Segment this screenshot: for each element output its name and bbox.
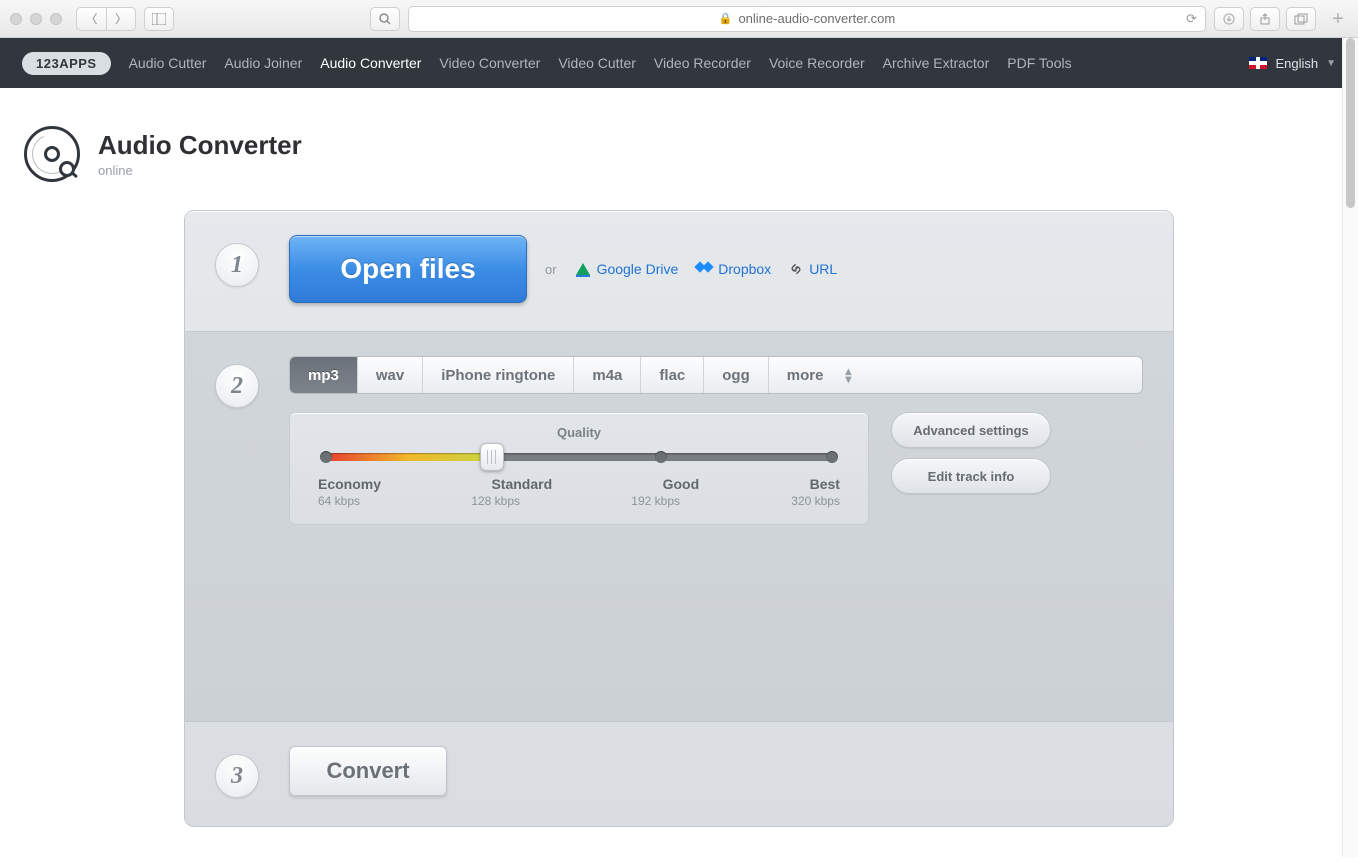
language-selector[interactable]: English ▼ [1249, 56, 1336, 71]
format-m4a[interactable]: m4a [574, 357, 641, 393]
format-flac[interactable]: flac [641, 357, 704, 393]
google-drive-icon [576, 263, 590, 275]
window-controls [10, 13, 62, 25]
downloads-button[interactable] [1214, 7, 1244, 31]
address-bar[interactable]: 🔒 online-audio-converter.com ⟳ [408, 6, 1206, 32]
quality-slider[interactable] [324, 446, 834, 466]
main-card: 1 Open files or Google Drive Dropbox URL… [184, 210, 1174, 827]
tabs-button[interactable] [1286, 7, 1316, 31]
page-header: Audio Converter online [0, 88, 1358, 210]
format-more[interactable]: more ▴▾ [769, 357, 864, 393]
quality-economy-kbps: 64 kbps [318, 494, 360, 508]
scrollbar[interactable] [1342, 38, 1358, 857]
url-link[interactable]: URL [789, 261, 837, 277]
url-host: online-audio-converter.com [738, 11, 895, 26]
scrollbar-thumb[interactable] [1346, 38, 1355, 208]
lock-icon: 🔒 [719, 12, 733, 25]
format-iphone-ringtone[interactable]: iPhone ringtone [423, 357, 574, 393]
slider-tick-economy [320, 451, 332, 463]
url-label: URL [809, 261, 837, 277]
step-number-1: 1 [215, 243, 259, 287]
quality-title: Quality [318, 425, 840, 440]
link-icon [789, 262, 803, 276]
edit-track-info-button[interactable]: Edit track info [891, 458, 1051, 494]
nav-video-cutter[interactable]: Video Cutter [558, 55, 636, 71]
nav-back-forward: 〈 〉 [76, 7, 136, 31]
share-icon [1259, 13, 1271, 25]
slider-handle[interactable] [480, 443, 504, 471]
share-button[interactable] [1250, 7, 1280, 31]
step-3: 3 Convert [185, 722, 1173, 826]
tabs-icon [1294, 13, 1308, 25]
quality-standard-label: Standard [491, 476, 552, 492]
forward-button[interactable]: 〉 [106, 7, 136, 31]
quality-best-label: Best [810, 476, 840, 492]
slider-tick-best [826, 451, 838, 463]
format-tabs: mp3 wav iPhone ringtone m4a flac ogg mor… [289, 356, 1143, 394]
site-logo[interactable]: 123APPS [22, 52, 111, 75]
dropbox-icon [696, 262, 712, 276]
slider-tick-good [655, 451, 667, 463]
back-button[interactable]: 〈 [76, 7, 106, 31]
google-drive-label: Google Drive [597, 261, 679, 277]
dropbox-link[interactable]: Dropbox [696, 261, 771, 277]
chevron-down-icon: ▼ [1326, 58, 1336, 69]
minimize-window-icon[interactable] [30, 13, 42, 25]
convert-button[interactable]: Convert [289, 746, 447, 796]
format-mp3[interactable]: mp3 [290, 357, 358, 393]
nav-audio-joiner[interactable]: Audio Joiner [224, 55, 302, 71]
language-label: English [1275, 56, 1318, 71]
sidebar-icon [152, 13, 166, 25]
step-number-3: 3 [215, 754, 259, 798]
slider-fill [324, 453, 492, 461]
sidebar-toggle-button[interactable] [144, 7, 174, 31]
page-subtitle: online [98, 163, 302, 178]
page-title: Audio Converter [98, 130, 302, 161]
download-icon [1223, 13, 1235, 25]
quality-panel: Quality Economy Standard Good [289, 412, 869, 525]
step-number-2: 2 [215, 364, 259, 408]
sort-arrows-icon: ▴▾ [845, 367, 851, 383]
browser-chrome: 〈 〉 🔒 online-audio-converter.com ⟳ + [0, 0, 1358, 38]
nav-video-converter[interactable]: Video Converter [439, 55, 540, 71]
step-1: 1 Open files or Google Drive Dropbox URL [185, 211, 1173, 332]
nav-pdf-tools[interactable]: PDF Tools [1007, 55, 1071, 71]
quality-economy-label: Economy [318, 476, 381, 492]
dropbox-label: Dropbox [718, 261, 771, 277]
quality-sublabels: 64 kbps 128 kbps 192 kbps 320 kbps [318, 494, 840, 508]
quality-good-label: Good [663, 476, 700, 492]
nav-audio-cutter[interactable]: Audio Cutter [129, 55, 207, 71]
nav-audio-converter[interactable]: Audio Converter [320, 55, 421, 71]
flag-uk-icon [1249, 57, 1267, 69]
quality-best-kbps: 320 kbps [791, 494, 840, 508]
search-button[interactable] [370, 7, 400, 31]
quality-good-kbps: 192 kbps [631, 494, 680, 508]
step-2: 2 mp3 wav iPhone ringtone m4a flac ogg m… [185, 332, 1173, 722]
format-ogg[interactable]: ogg [704, 357, 769, 393]
nav-archive-extractor[interactable]: Archive Extractor [883, 55, 990, 71]
format-more-label: more [787, 367, 824, 384]
google-drive-link[interactable]: Google Drive [575, 261, 679, 277]
reload-button[interactable]: ⟳ [1186, 11, 1197, 27]
new-tab-button[interactable]: + [1328, 9, 1348, 29]
quality-standard-kbps: 128 kbps [471, 494, 520, 508]
format-wav[interactable]: wav [358, 357, 423, 393]
nav-voice-recorder[interactable]: Voice Recorder [769, 55, 865, 71]
quality-labels: Economy Standard Good Best [318, 476, 840, 492]
advanced-settings-button[interactable]: Advanced settings [891, 412, 1051, 448]
or-label: or [545, 262, 557, 277]
search-icon [379, 13, 391, 25]
disc-search-icon [24, 126, 80, 182]
maximize-window-icon[interactable] [50, 13, 62, 25]
site-nav: 123APPS Audio Cutter Audio Joiner Audio … [0, 38, 1358, 88]
close-window-icon[interactable] [10, 13, 22, 25]
nav-video-recorder[interactable]: Video Recorder [654, 55, 751, 71]
open-files-button[interactable]: Open files [289, 235, 527, 303]
